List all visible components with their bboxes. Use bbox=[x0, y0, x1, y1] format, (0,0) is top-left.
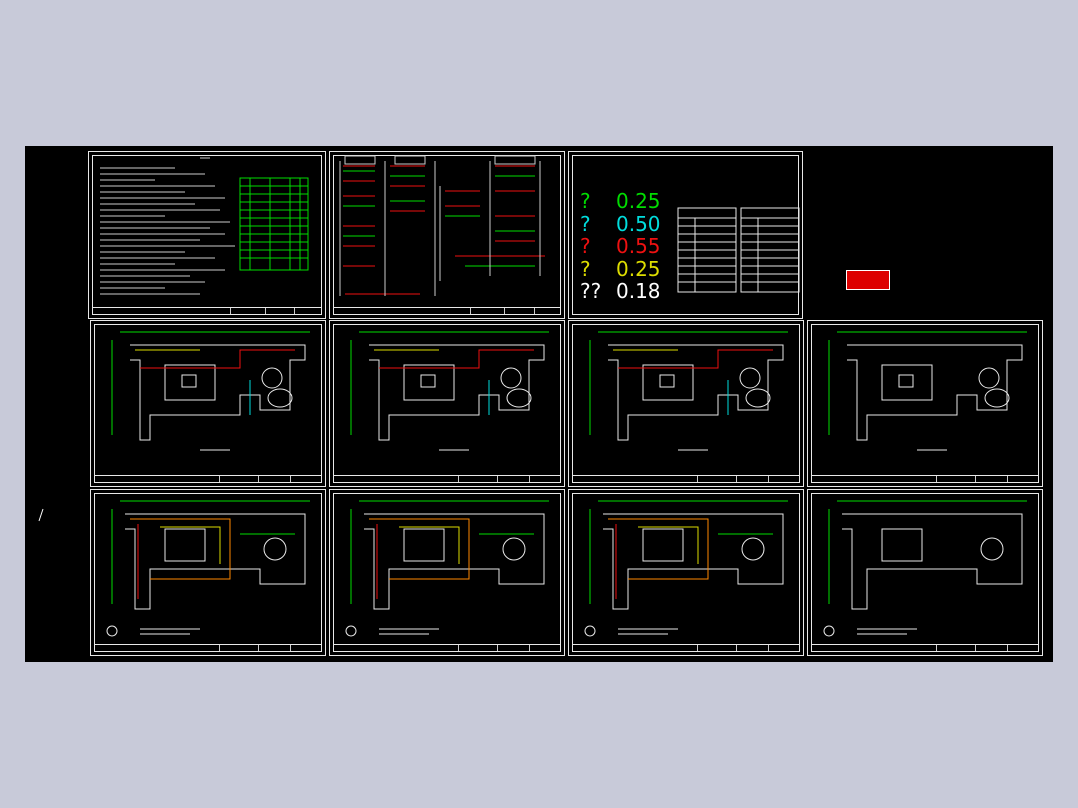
pipe-route bbox=[379, 349, 534, 369]
stair bbox=[980, 537, 1004, 561]
north-arrow bbox=[823, 625, 835, 637]
room-outline bbox=[642, 528, 684, 562]
room-outline bbox=[164, 364, 216, 401]
lineweight-legend: ? 0.25 ? 0.50 ? 0.55 ? 0.25 ?? 0.18 bbox=[580, 190, 661, 303]
round-room bbox=[984, 388, 1010, 408]
room-outline bbox=[403, 528, 445, 562]
room-outline bbox=[881, 364, 933, 401]
pipe-route bbox=[369, 518, 470, 580]
legend-value: 0.50 bbox=[616, 211, 661, 236]
stair bbox=[741, 537, 765, 561]
floor-plan-4 bbox=[828, 331, 1027, 451]
notes-text-block bbox=[100, 157, 235, 295]
piping-plan-3 bbox=[584, 500, 788, 637]
legend-value: 0.25 bbox=[616, 189, 661, 213]
pipe-route bbox=[638, 526, 699, 564]
north-arrow bbox=[106, 625, 118, 637]
wall-outline bbox=[369, 344, 545, 441]
pipe-route bbox=[608, 518, 709, 580]
round-room bbox=[506, 388, 532, 408]
column bbox=[420, 374, 436, 388]
piping-plan-2 bbox=[345, 500, 549, 637]
stair bbox=[739, 367, 761, 389]
pipe-route bbox=[130, 518, 231, 580]
room-outline bbox=[881, 528, 923, 562]
stair bbox=[261, 367, 283, 389]
legend-row: ? 0.25 bbox=[580, 256, 661, 281]
wall-outline bbox=[603, 513, 784, 610]
piping-plan-1 bbox=[106, 500, 310, 637]
system-diagram-lines bbox=[339, 155, 545, 296]
room-outline bbox=[642, 364, 694, 401]
legend-row: ? 0.25 bbox=[580, 190, 661, 213]
pipe-route bbox=[399, 526, 460, 564]
piping-plan-outlines bbox=[106, 500, 1027, 637]
room-outline bbox=[403, 364, 455, 401]
wall-outline bbox=[130, 344, 306, 441]
wall-outline bbox=[125, 513, 306, 610]
stair bbox=[502, 537, 526, 561]
legend-marker: ? bbox=[580, 211, 591, 236]
stair bbox=[263, 537, 287, 561]
round-room bbox=[267, 388, 293, 408]
legend-row: ? 0.50 bbox=[580, 211, 661, 236]
floor-plan-3 bbox=[589, 331, 788, 451]
pipe-route bbox=[160, 526, 221, 564]
wall-outline bbox=[847, 344, 1023, 441]
wall-outline bbox=[842, 513, 1023, 610]
wall-outline bbox=[364, 513, 545, 610]
legend-value: 0.18 bbox=[616, 279, 661, 303]
equipment-table bbox=[239, 177, 309, 271]
stair bbox=[500, 367, 522, 389]
legend-tables bbox=[677, 207, 800, 293]
stair bbox=[978, 367, 1000, 389]
cad-linework bbox=[100, 155, 1027, 637]
column bbox=[181, 374, 197, 388]
north-arrow bbox=[345, 625, 357, 637]
legend-value: 0.55 bbox=[616, 234, 661, 258]
legend-marker: ? bbox=[580, 256, 591, 281]
round-room bbox=[745, 388, 771, 408]
floor-plan-outlines bbox=[111, 331, 1027, 451]
model-space-canvas[interactable]: ? 0.25 ? 0.50 ? 0.55 ? 0.25 ?? 0.18 bbox=[25, 146, 1053, 662]
red-stamp-block[interactable] bbox=[846, 270, 890, 290]
pipe-route bbox=[140, 349, 295, 369]
pipe-route bbox=[618, 349, 773, 369]
piping-plan-4 bbox=[823, 500, 1027, 637]
wall-outline bbox=[608, 344, 784, 441]
cursor-icon bbox=[38, 508, 44, 522]
column bbox=[659, 374, 675, 388]
north-arrow bbox=[584, 625, 596, 637]
column bbox=[898, 374, 914, 388]
legend-marker: ? bbox=[580, 234, 591, 258]
legend-value: 0.25 bbox=[616, 256, 661, 281]
legend-row: ? 0.55 bbox=[580, 235, 661, 258]
legend-row: ?? 0.18 bbox=[580, 280, 661, 303]
floor-plan-1 bbox=[111, 331, 310, 451]
floor-plan-2 bbox=[350, 331, 549, 451]
legend-marker: ? bbox=[580, 189, 591, 213]
room-outline bbox=[164, 528, 206, 562]
legend-marker: ?? bbox=[580, 279, 602, 303]
